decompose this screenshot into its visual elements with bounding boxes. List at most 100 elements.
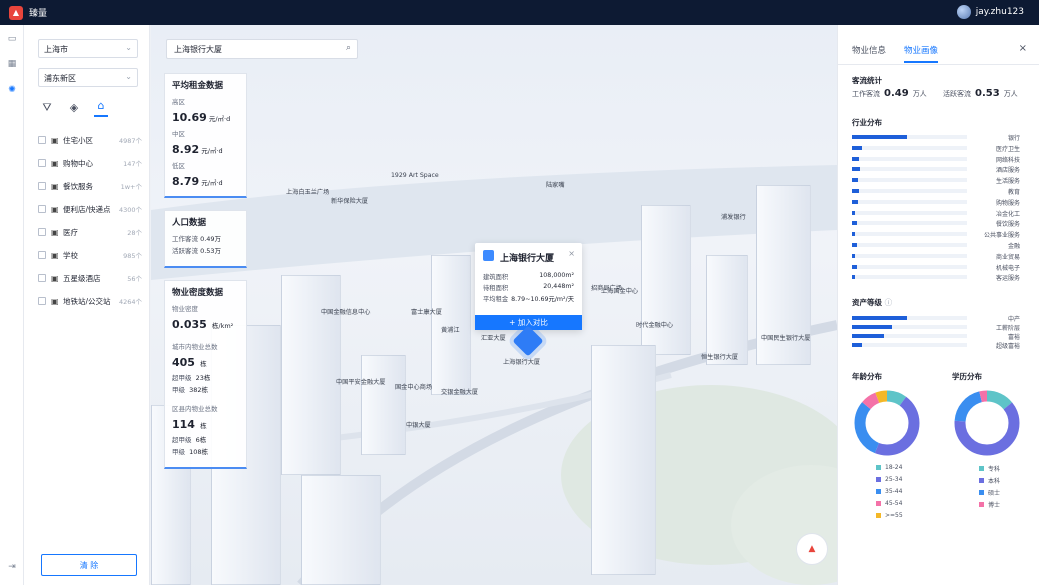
detail-panel: 物业信息 物业画像 × 客流统计 工作客流 0.49 万人 活跃客流 0.53 …	[837, 25, 1039, 585]
bar-mark	[852, 264, 857, 269]
industry-title: 行业分布	[852, 118, 882, 127]
checkbox[interactable]	[38, 205, 46, 213]
building-popup: 上海银行大厦 × 建筑面积 108,000m² 待租面积 20,448m² 平均租金…	[475, 243, 582, 330]
chevron-down-icon: ⌄	[125, 43, 132, 52]
age-title: 年龄分布	[852, 372, 882, 381]
category-label: 便利店/快递点	[63, 204, 111, 214]
map-label[interactable]: 浦发银行	[721, 212, 746, 221]
map-label[interactable]: 招商局广场	[591, 283, 622, 292]
settings-icon[interactable]: ✺	[7, 85, 17, 95]
bar-mark	[852, 275, 856, 280]
bar-mark	[852, 156, 859, 161]
map-label[interactable]: 黄浦江	[441, 325, 460, 334]
checkbox[interactable]	[38, 182, 46, 190]
rent-item: 中区 8.92 元/㎡·d	[172, 130, 223, 156]
bar-row: 客运服务	[852, 274, 1020, 283]
layers-icon[interactable]: ◈	[67, 101, 81, 115]
category-item[interactable]: ▣ 五星级酒店 56个	[38, 271, 142, 285]
population-card-title: 人口数据	[172, 218, 207, 228]
city-total-label: 城市内物业总数	[172, 343, 218, 351]
map-label[interactable]: 中国平安金融大厦	[336, 377, 386, 386]
close-icon[interactable]: ×	[1019, 43, 1027, 54]
active-flow-row: 活跃客流 0.53万	[172, 247, 222, 255]
checkbox[interactable]	[38, 228, 46, 236]
popup-title: 上海银行大厦	[475, 243, 582, 264]
checkbox[interactable]	[38, 159, 46, 167]
building-icon[interactable]: ⌂	[94, 99, 108, 117]
category-count: 56个	[127, 275, 142, 283]
map-label[interactable]: 中国民生银行大厦	[761, 333, 811, 342]
category-item[interactable]: ▣ 住宅小区 4987个	[38, 133, 142, 147]
category-item[interactable]: ▣ 购物中心 147个	[38, 156, 142, 170]
district-select[interactable]: 浦东新区 ⌄	[38, 68, 138, 87]
tab-property-info[interactable]: 物业信息	[852, 44, 886, 56]
bar-mark	[852, 325, 893, 329]
filter-icon[interactable]: ⛛	[40, 101, 54, 115]
map-view[interactable]: 上海银行大厦 中国金融信息中心 富士康大厦 国金中心商场 中国平安金融大厦 时代金融中心恒…	[151, 25, 837, 585]
bar-row: 餐饮服务	[852, 220, 1020, 228]
category-item[interactable]: ▣ 学校 985个	[38, 248, 142, 262]
map-label[interactable]: 交银金融大厦	[441, 387, 478, 396]
edu-title: 学历分布	[952, 372, 982, 381]
search-value: 上海银行大厦	[174, 45, 222, 54]
monitor-icon[interactable]: ▭	[7, 34, 17, 44]
map-label[interactable]: 恒生银行大厦	[701, 352, 738, 361]
user-name: jay.zhu123	[975, 7, 1024, 17]
bar-mark	[852, 178, 858, 183]
category-item[interactable]: ▣ 餐饮服务 1w+个	[38, 179, 142, 193]
edu-donut-chart	[954, 390, 1020, 456]
clear-button[interactable]: 清 除	[41, 554, 137, 576]
map-label[interactable]: 富士康大厦	[411, 307, 442, 316]
popup-row: 建筑面积 108,000m²	[483, 272, 574, 281]
avatar	[956, 5, 971, 19]
map-label[interactable]: 上海银行大厦	[503, 357, 540, 366]
bar-row: 购物服务	[852, 199, 1020, 207]
user-menu[interactable]: jay.zhu123	[956, 5, 1024, 19]
bar-mark	[852, 189, 859, 193]
flow-title: 客流统计	[852, 76, 882, 85]
bar-mark	[852, 243, 857, 247]
map-label[interactable]: 国金中心商场	[395, 382, 432, 391]
grid-icon[interactable]: ▦	[7, 59, 17, 69]
legend-item: 专科	[979, 464, 1000, 473]
category-count: 4264个	[118, 298, 142, 306]
map-label[interactable]: 中国金融信息中心	[321, 307, 371, 316]
tab-property-profile[interactable]: 物业画像	[904, 44, 939, 63]
bar-label: 中产	[1007, 316, 1020, 323]
category-item[interactable]: ▣ 便利店/快递点 4300个	[38, 202, 142, 216]
map-label[interactable]: 时代金融中心	[636, 320, 673, 329]
home-icon: ▣	[51, 135, 59, 145]
checkbox[interactable]	[38, 274, 46, 282]
bar-mark	[852, 145, 863, 150]
checkbox[interactable]	[38, 297, 46, 305]
bar-label: 客运服务	[995, 275, 1020, 283]
city-row: 甲级 382栋	[172, 386, 209, 394]
category-label: 餐饮服务	[63, 181, 93, 191]
bar-row: 工薪阶层	[852, 324, 1020, 332]
map-label[interactable]: 汇亚大厦	[481, 333, 506, 342]
city-select[interactable]: 上海市 ⌄	[38, 39, 138, 58]
map-label[interactable]: 1929 Art Space	[391, 172, 439, 179]
bar-row: 银行	[852, 134, 1020, 142]
search-input[interactable]: 上海银行大厦 ⌕	[166, 39, 358, 59]
asset-title: 资产等级 ⓘ	[852, 298, 893, 307]
collapse-icon[interactable]: ⇥	[7, 562, 17, 572]
map-label[interactable]: 上海白玉兰广场	[286, 187, 329, 196]
checkbox[interactable]	[38, 136, 46, 144]
map-label[interactable]: 新华保险大厦	[331, 196, 368, 205]
compass-icon[interactable]: ▲	[796, 533, 828, 565]
active-flow-stat: 活跃客流 0.53 万人	[943, 88, 1018, 99]
map-label[interactable]: 中银大厦	[406, 420, 431, 429]
category-item[interactable]: ▣ 地铁站/公交站 4264个	[38, 294, 142, 308]
checkbox[interactable]	[38, 251, 46, 259]
map-label[interactable]: 陆家嘴	[546, 180, 565, 189]
category-item[interactable]: ▣ 医疗 28个	[38, 225, 142, 239]
rent-item: 低区 8.79 元/㎡·d	[172, 162, 223, 188]
bar-label: 酒店服务	[995, 167, 1020, 175]
legend-item: 45-54	[876, 500, 902, 507]
search-icon[interactable]: ⌕	[346, 43, 351, 53]
category-label: 住宅小区	[63, 135, 93, 145]
work-flow-row: 工作客流 0.49万	[172, 235, 222, 243]
close-icon[interactable]: ×	[568, 249, 575, 258]
bar-label: 银行	[1007, 135, 1020, 142]
